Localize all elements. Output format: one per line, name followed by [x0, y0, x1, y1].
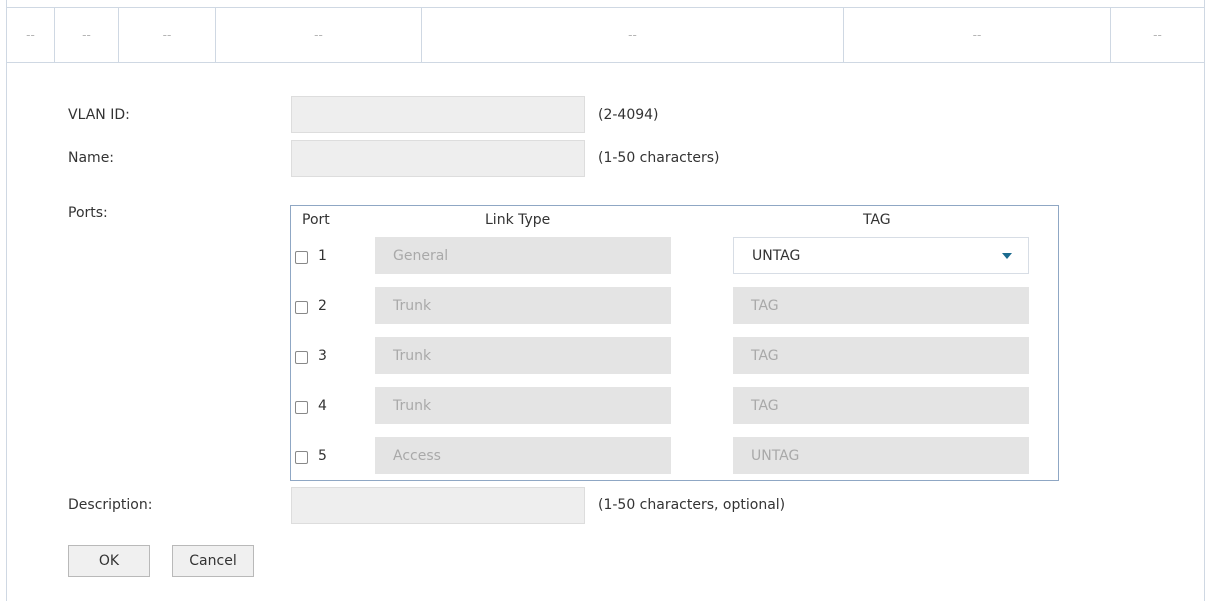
name-input[interactable]	[291, 140, 585, 177]
port-number: 4	[318, 398, 327, 414]
port-number: 5	[318, 448, 327, 464]
chevron-down-icon	[1002, 253, 1012, 259]
port-1-tag-select[interactable]: UNTAG	[733, 237, 1029, 274]
name-label: Name:	[68, 150, 115, 166]
port-number: 3	[318, 348, 327, 364]
port-column-header: Port	[302, 212, 330, 228]
port-number: 1	[318, 248, 327, 264]
cancel-button[interactable]: Cancel	[172, 545, 254, 577]
description-input[interactable]	[291, 487, 585, 524]
port-number: 2	[318, 298, 327, 314]
port-4-checkbox[interactable]	[295, 401, 308, 414]
port-2-checkbox[interactable]	[295, 301, 308, 314]
name-hint: (1-50 characters)	[598, 150, 720, 166]
port-3-link-type: Trunk	[375, 337, 671, 374]
port-5-checkbox[interactable]	[295, 451, 308, 464]
table-header-row: -- -- -- -- -- -- --	[7, 7, 1204, 63]
table-header-cell: --	[216, 8, 422, 62]
description-label: Description:	[68, 497, 153, 513]
table-header-cell: --	[422, 8, 844, 62]
table-header-cell: --	[55, 8, 119, 62]
port-5-tag: UNTAG	[733, 437, 1029, 474]
link-type-column-header: Link Type	[485, 212, 551, 228]
port-4-tag: TAG	[733, 387, 1029, 424]
port-4-link-type: Trunk	[375, 387, 671, 424]
port-3-tag: TAG	[733, 337, 1029, 374]
table-header-cell: --	[1153, 28, 1162, 42]
ok-button[interactable]: OK	[68, 545, 150, 577]
ports-table: Port Link Type TAG 1 General UNTAG 2 Tru…	[290, 205, 1059, 481]
port-3-checkbox[interactable]	[295, 351, 308, 364]
port-2-tag: TAG	[733, 287, 1029, 324]
vlan-id-input[interactable]	[291, 96, 585, 133]
vlan-id-label: VLAN ID:	[68, 107, 130, 123]
ports-label: Ports:	[68, 205, 108, 221]
port-1-checkbox[interactable]	[295, 251, 308, 264]
vlan-id-hint: (2-4094)	[598, 107, 659, 123]
tag-select-value: UNTAG	[752, 247, 801, 264]
description-hint: (1-50 characters, optional)	[598, 497, 786, 513]
port-1-link-type: General	[375, 237, 671, 274]
tag-column-header: TAG	[863, 212, 891, 228]
port-2-link-type: Trunk	[375, 287, 671, 324]
table-header-cell: --	[7, 8, 55, 62]
table-header-cell: --	[844, 8, 1111, 62]
table-header-cell: --	[119, 8, 216, 62]
port-5-link-type: Access	[375, 437, 671, 474]
